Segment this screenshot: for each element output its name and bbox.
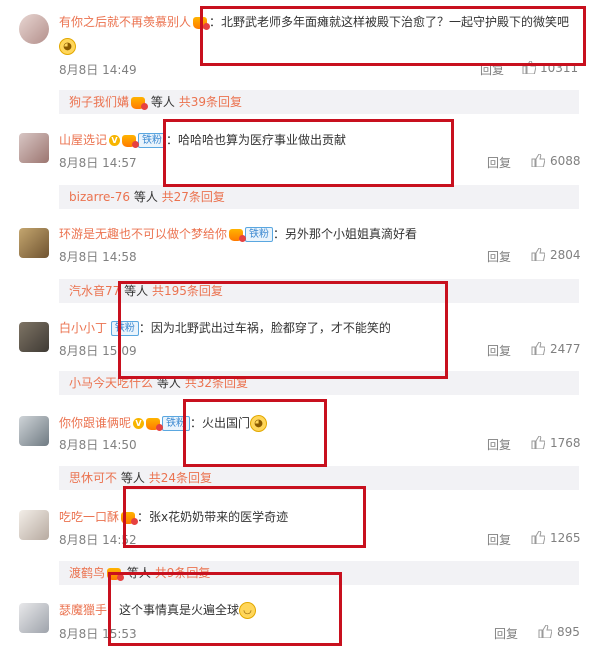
fan-badge[interactable]: 铁粉 [245,227,274,242]
fan-badge[interactable]: 铁粉 [138,133,167,148]
sub-reply-username[interactable]: 渡鹤鸟 [69,566,105,580]
smile-cat-emoji-icon: ◕ [59,38,76,55]
like-count: 895 [557,625,580,639]
comment-date: 8月8日 14:50 [59,438,137,452]
member-crown-icon [229,228,247,242]
highlight-box [200,6,586,66]
comment-date: 8月8日 14:58 [59,250,137,264]
comment-username[interactable]: 你你跟谁俩呢 [59,416,131,430]
comment-date: 8月8日 14:57 [59,156,137,170]
like-thumb-icon[interactable] [531,248,545,261]
like-count: 2804 [550,248,581,262]
member-crown-icon [131,96,149,110]
comment-username[interactable]: 白小小丁 [59,321,107,335]
sub-reply-username[interactable]: 狗子我们媾 [69,95,129,109]
avatar[interactable] [19,228,49,258]
like-count: 1265 [550,531,581,545]
avatar[interactable] [19,322,49,352]
comment-username[interactable]: 瑟魔獵手 [59,603,107,617]
avatar[interactable] [19,603,49,633]
sub-reply-count[interactable]: 共39条回复 [179,95,242,109]
like-thumb-icon[interactable] [531,342,545,355]
highlight-box [118,281,448,379]
member-crown-icon [146,417,164,431]
avatar[interactable] [19,133,49,163]
like-thumb-icon[interactable] [531,154,545,167]
comment-text: 另外那个小姐姐真滴好看 [285,227,418,241]
highlight-box [108,572,342,646]
comment-date: 8月8日 14:49 [59,63,137,77]
sub-reply-bar[interactable]: bizarre-76 等人 共27条回复 [59,185,579,209]
highlight-box [163,119,454,187]
avatar[interactable] [19,510,49,540]
comment-username[interactable]: 环游是无趣也不可以做个梦给你 [59,227,227,241]
sub-reply-bar[interactable]: 狗子我们媾 等人 共39条回复 [59,90,579,114]
sub-reply-count[interactable]: 共24条回复 [149,471,212,485]
highlight-box [183,399,327,467]
like-count: 6088 [550,154,581,168]
highlight-box [123,486,366,548]
member-crown-icon [122,134,140,148]
reply-button[interactable]: 回复 [487,436,511,453]
like-thumb-icon[interactable] [531,436,545,449]
avatar[interactable] [19,14,49,44]
reply-button[interactable]: 回复 [487,154,511,171]
sub-reply-username[interactable]: 思休可不 [69,471,117,485]
reply-button[interactable]: 回复 [487,342,511,359]
sub-reply-count[interactable]: 共27条回复 [162,190,225,204]
sub-reply-username[interactable]: bizarre-76 [69,190,130,204]
comment-line: 环游是无趣也不可以做个梦给你 铁粉 ：另外那个小姐姐真滴好看 [59,227,418,242]
reply-button[interactable]: 回复 [487,248,511,265]
verified-v-icon: V [109,135,121,146]
like-thumb-icon[interactable] [538,625,552,638]
avatar[interactable] [19,416,49,446]
like-count: 1768 [550,436,581,450]
comment-username[interactable]: 山屋选记 [59,133,107,147]
reply-button[interactable]: 回复 [494,625,518,642]
reply-button[interactable]: 回复 [487,531,511,548]
like-thumb-icon[interactable] [531,531,545,544]
sub-reply-username[interactable]: 汽水音77 [69,284,120,298]
verified-v-icon: V [133,418,145,429]
comment-username[interactable]: 吃吃一口酥 [59,510,119,524]
like-count: 2477 [550,342,581,356]
comment-username[interactable]: 有你之后就不再羡慕别人 [59,15,191,29]
